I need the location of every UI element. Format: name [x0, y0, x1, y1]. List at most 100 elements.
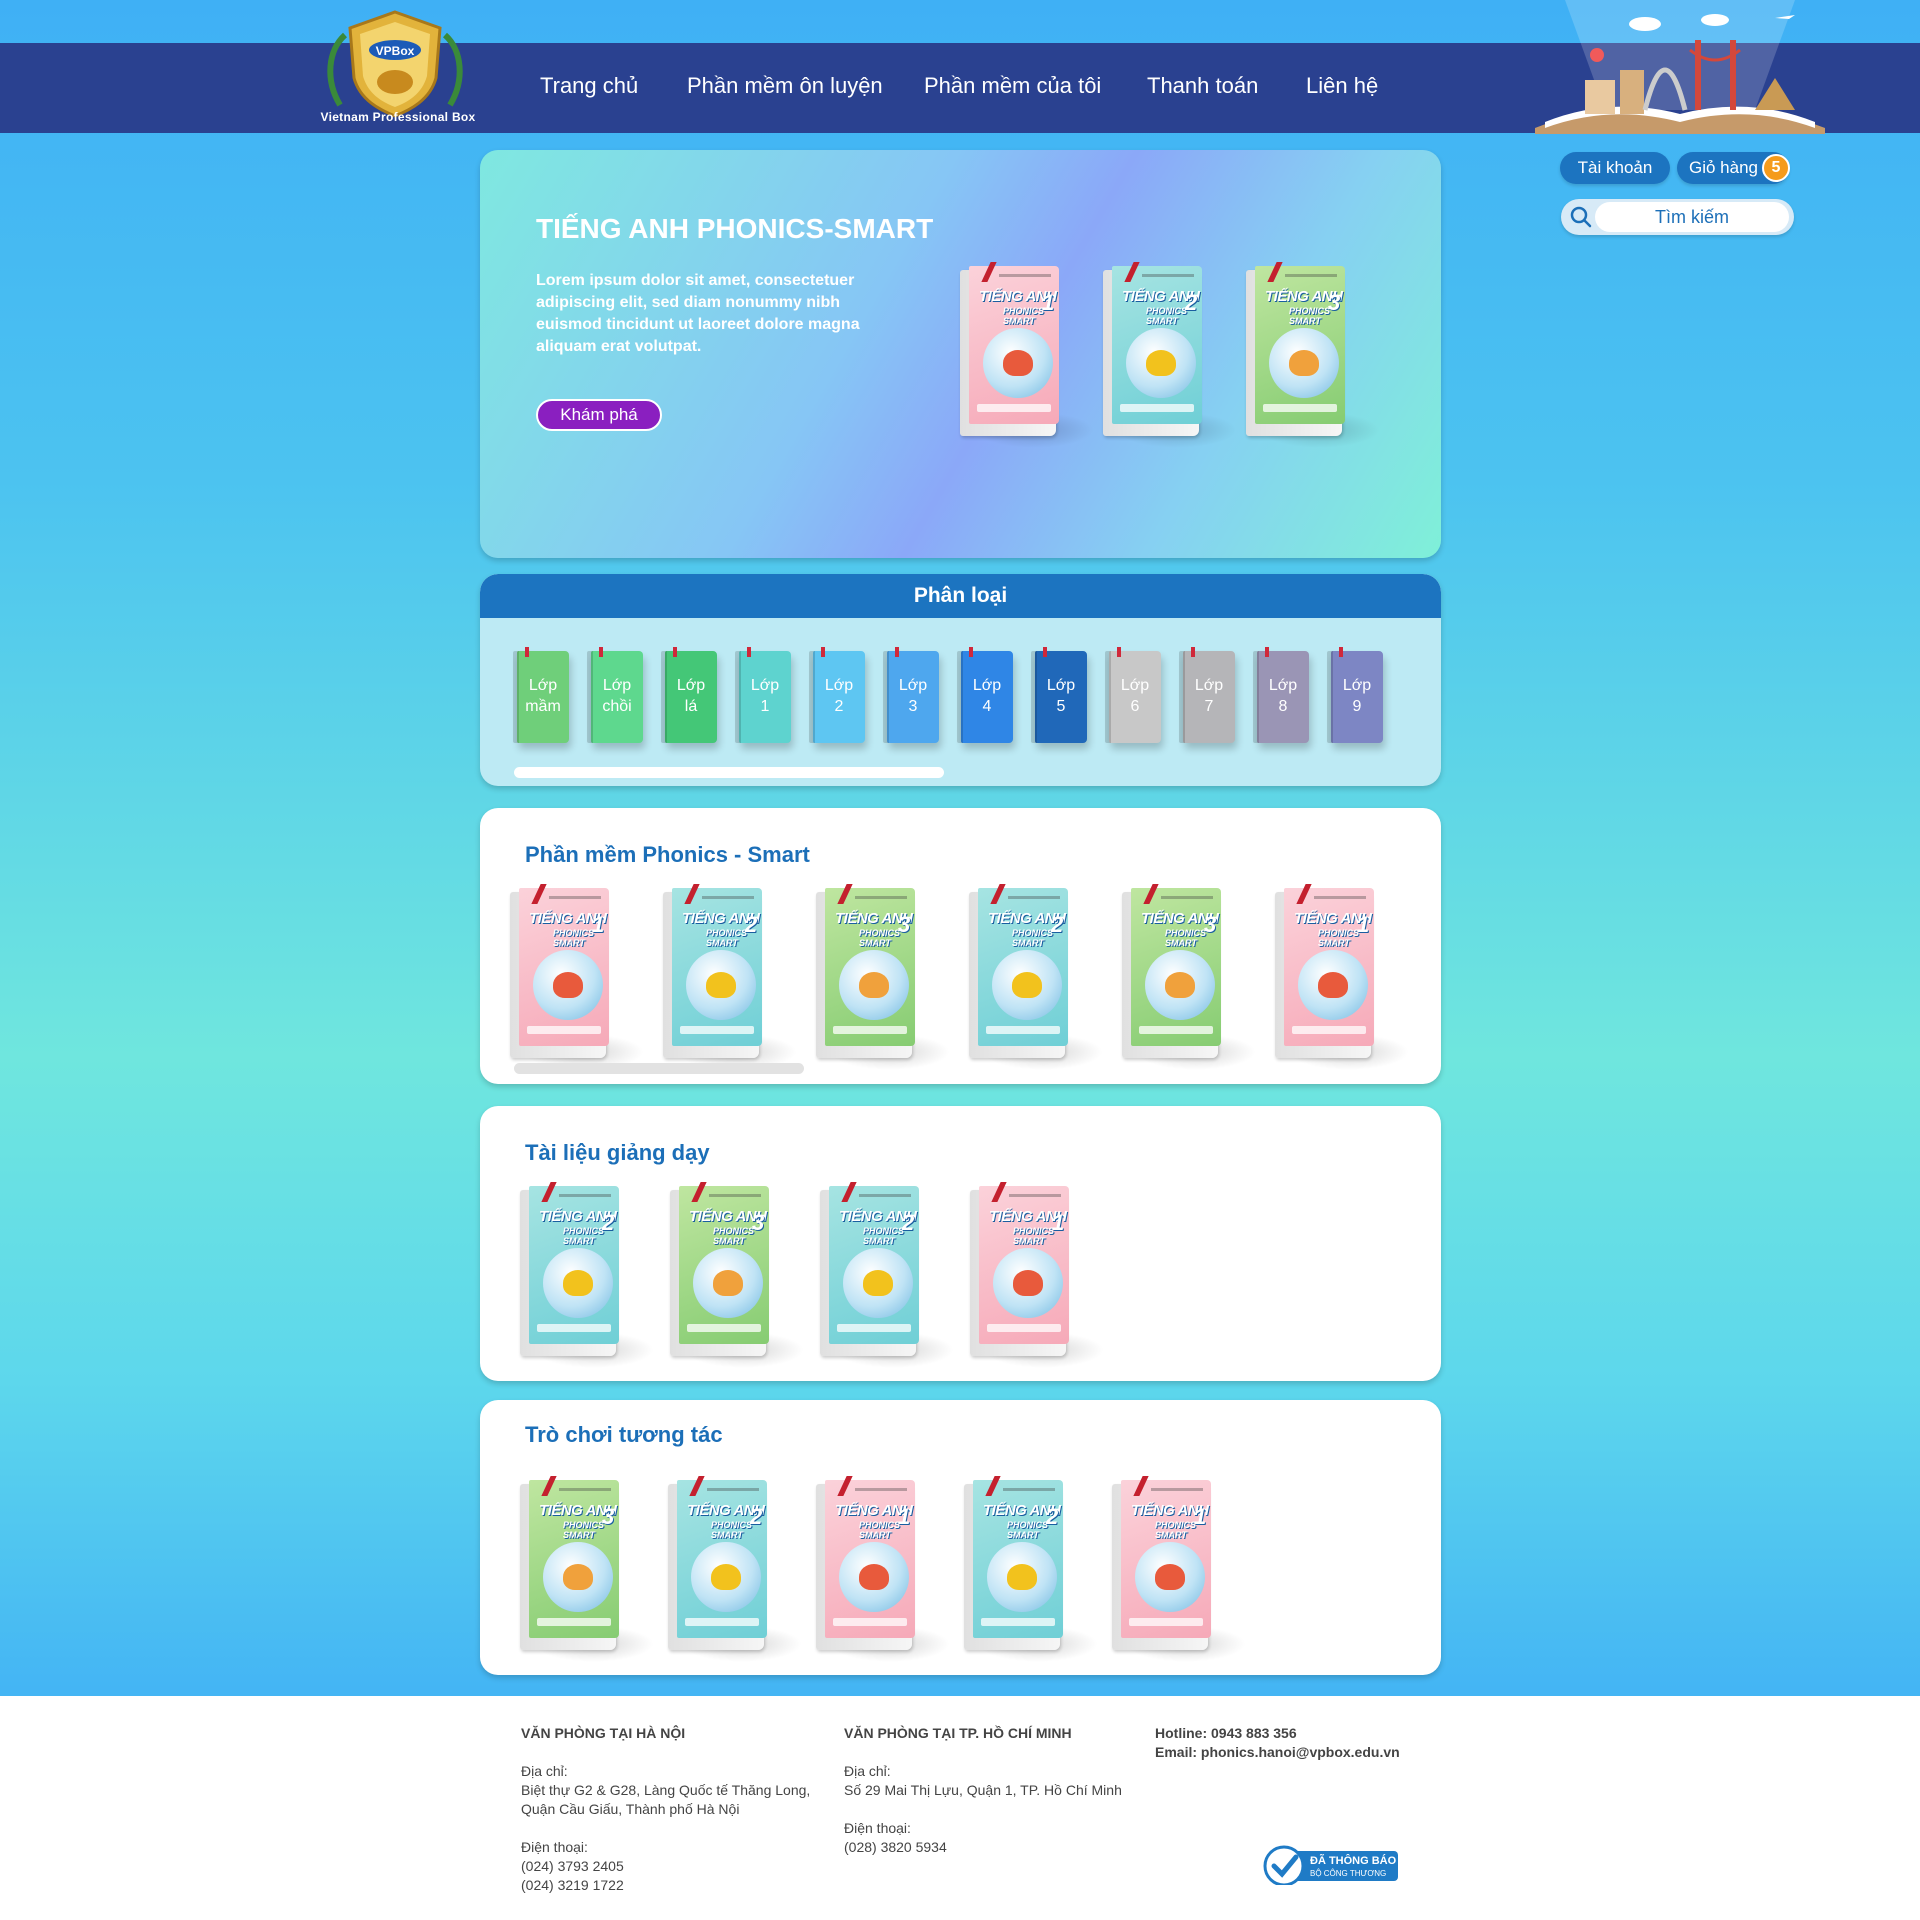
- account-button[interactable]: Tài khoản: [1560, 152, 1670, 184]
- book-character-illustration: [1013, 1270, 1043, 1296]
- book-3[interactable]: TIẾNG ANH PHONICS SMART 3: [520, 1476, 654, 1666]
- book-level: 3: [1204, 912, 1217, 937]
- book-1[interactable]: TIẾNG ANH PHONICS SMART 1: [510, 884, 644, 1074]
- grade-book-0[interactable]: Lớp mầm: [513, 647, 569, 743]
- bookmark-ribbon: [895, 647, 899, 657]
- footer-contact: Hotline: 0943 883 356 Email: phonics.han…: [1155, 1724, 1400, 1762]
- grade-label: Lớp 3: [898, 677, 928, 715]
- grade-book-6[interactable]: Lớp 4: [957, 647, 1013, 743]
- book-2[interactable]: TIẾNG ANH PHONICS SMART 2: [520, 1182, 654, 1372]
- grade-book-8[interactable]: Lớp 6: [1105, 647, 1161, 743]
- nav-my-software[interactable]: Phần mềm của tôi: [924, 73, 1101, 99]
- nav-contact[interactable]: Liên hệ: [1306, 73, 1378, 99]
- bookmark-ribbon: [599, 647, 603, 657]
- book-level: 3: [1328, 290, 1341, 315]
- grade-book-11[interactable]: Lớp 9: [1327, 647, 1383, 743]
- book-character-illustration: [563, 1564, 593, 1590]
- book-3[interactable]: TIẾNG ANH PHONICS SMART 3: [670, 1182, 804, 1372]
- badge-line-2: BỘ CÔNG THƯƠNG: [1310, 1869, 1386, 1878]
- hero-description: Lorem ipsum dolor sit amet, consectetuer…: [536, 272, 860, 355]
- grade-label: Lớp mầm: [525, 677, 561, 715]
- book-3[interactable]: TIẾNG ANH PHONICS SMART 3: [1246, 262, 1380, 452]
- grade-label: Lớp 4: [972, 677, 1002, 715]
- book-cover: TIẾNG ANH PHONICS SMART 1: [979, 1186, 1069, 1344]
- book-character-illustration: [1146, 350, 1176, 376]
- grade-book-1[interactable]: Lớp chồi: [587, 647, 643, 743]
- address-line: Số 29 Mai Thị Lựu, Quận 1, TP. Hồ Chí Mi…: [844, 1782, 1122, 1798]
- book-cover: TIẾNG ANH PHONICS SMART 2: [829, 1186, 919, 1344]
- book-cover: TIẾNG ANH PHONICS SMART 1: [1121, 1480, 1211, 1638]
- phone-number[interactable]: (028) 3820 5934: [844, 1838, 1122, 1857]
- grade-book-5[interactable]: Lớp 3: [883, 647, 939, 743]
- book-3[interactable]: TIẾNG ANH PHONICS SMART 3: [1122, 884, 1256, 1074]
- grade-label: Lớp 8: [1268, 677, 1298, 715]
- grade-label: Lớp 6: [1120, 677, 1150, 715]
- book-character-illustration: [1007, 1564, 1037, 1590]
- book-1[interactable]: TIẾNG ANH PHONICS SMART 1: [1112, 1476, 1246, 1666]
- ministry-registered-badge[interactable]: ĐÃ THÔNG BÁO BỘ CÔNG THƯƠNG: [1262, 1845, 1400, 1885]
- book-level: 1: [898, 1504, 911, 1529]
- book-cover: TIẾNG ANH PHONICS SMART 2: [978, 888, 1068, 1046]
- grade-book-7[interactable]: Lớp 5: [1031, 647, 1087, 743]
- bookmark-ribbon: [1191, 647, 1195, 657]
- book-character-illustration: [713, 1270, 743, 1296]
- search-input[interactable]: [1595, 202, 1789, 232]
- book-2[interactable]: TIẾNG ANH PHONICS SMART 2: [820, 1182, 954, 1372]
- book-level: 1: [1042, 290, 1055, 315]
- book-character-illustration: [1155, 1564, 1185, 1590]
- book-1[interactable]: TIẾNG ANH PHONICS SMART 1: [970, 1182, 1104, 1372]
- book-3[interactable]: TIẾNG ANH PHONICS SMART 3: [816, 884, 950, 1074]
- grade-book-3[interactable]: Lớp 1: [735, 647, 791, 743]
- book-cover: TIẾNG ANH PHONICS SMART 2: [672, 888, 762, 1046]
- grade-book-2[interactable]: Lớp lá: [661, 647, 717, 743]
- nav-practice-software[interactable]: Phần mềm ôn luyện: [687, 73, 883, 99]
- section-title: Phần mềm Phonics - Smart: [525, 842, 810, 867]
- grade-label: Lớp 5: [1046, 677, 1076, 715]
- book-2[interactable]: TIẾNG ANH PHONICS SMART 2: [668, 1476, 802, 1666]
- book-cover: TIẾNG ANH PHONICS SMART 3: [1255, 266, 1345, 424]
- book-1[interactable]: TIẾNG ANH PHONICS SMART 1: [816, 1476, 950, 1666]
- book-2[interactable]: TIẾNG ANH PHONICS SMART 2: [964, 1476, 1098, 1666]
- address-line: Quận Cầu Giấu, Thành phố Hà Nội: [521, 1801, 740, 1817]
- book-2[interactable]: TIẾNG ANH PHONICS SMART 2: [969, 884, 1103, 1074]
- book-2[interactable]: TIẾNG ANH PHONICS SMART 2: [1103, 262, 1237, 452]
- book-2[interactable]: TIẾNG ANH PHONICS SMART 2: [663, 884, 797, 1074]
- book-cover: TIẾNG ANH PHONICS SMART 3: [825, 888, 915, 1046]
- category-scrollbar[interactable]: [514, 767, 944, 778]
- grade-book-9[interactable]: Lớp 7: [1179, 647, 1235, 743]
- footer-heading: VĂN PHÒNG TẠI HÀ NỘI: [521, 1725, 686, 1741]
- grade-book-4[interactable]: Lớp 2: [809, 647, 865, 743]
- book-1[interactable]: TIẾNG ANH PHONICS SMART 1: [1275, 884, 1409, 1074]
- nav-payment[interactable]: Thanh toán: [1147, 73, 1258, 99]
- explore-button[interactable]: Khám phá: [536, 399, 662, 431]
- grade-label: Lớp 1: [750, 677, 780, 715]
- bookmark-ribbon: [1043, 647, 1047, 657]
- footer: VĂN PHÒNG TẠI HÀ NỘI Địa chỉ: Biệt thự G…: [0, 1696, 1920, 1920]
- category-title: Phân loại: [480, 574, 1441, 618]
- book-level: 3: [752, 1210, 765, 1235]
- book-cover: TIẾNG ANH PHONICS SMART 3: [679, 1186, 769, 1344]
- book-level: 2: [602, 1210, 615, 1235]
- hero-title: TIẾNG ANH PHONICS-SMART: [536, 213, 934, 244]
- book-level: 2: [902, 1210, 915, 1235]
- section-scrollbar[interactable]: [514, 1063, 804, 1074]
- hotline[interactable]: Hotline: 0943 883 356: [1155, 1724, 1400, 1743]
- book-1[interactable]: TIẾNG ANH PHONICS SMART 1: [960, 262, 1094, 452]
- grade-label: Lớp 7: [1194, 677, 1224, 715]
- book-character-illustration: [563, 1270, 593, 1296]
- search-icon[interactable]: [1569, 205, 1593, 229]
- bookmark-ribbon: [821, 647, 825, 657]
- phone-label: Điện thoại:: [521, 1839, 588, 1855]
- email[interactable]: Email: phonics.hanoi@vpbox.edu.vn: [1155, 1743, 1400, 1762]
- phone-number[interactable]: (024) 3219 1722: [521, 1876, 810, 1895]
- grade-label: Lớp 9: [1342, 677, 1372, 715]
- phone-number[interactable]: (024) 3793 2405: [521, 1857, 810, 1876]
- book-cover: TIẾNG ANH PHONICS SMART 1: [969, 266, 1059, 424]
- book-cover: TIẾNG ANH PHONICS SMART 1: [519, 888, 609, 1046]
- cart-count-badge: 5: [1762, 154, 1790, 182]
- nav-home[interactable]: Trang chủ: [540, 73, 638, 99]
- bookmark-ribbon: [673, 647, 677, 657]
- grade-book-10[interactable]: Lớp 8: [1253, 647, 1309, 743]
- phone-label: Điện thoại:: [844, 1820, 911, 1836]
- book-character-illustration: [711, 1564, 741, 1590]
